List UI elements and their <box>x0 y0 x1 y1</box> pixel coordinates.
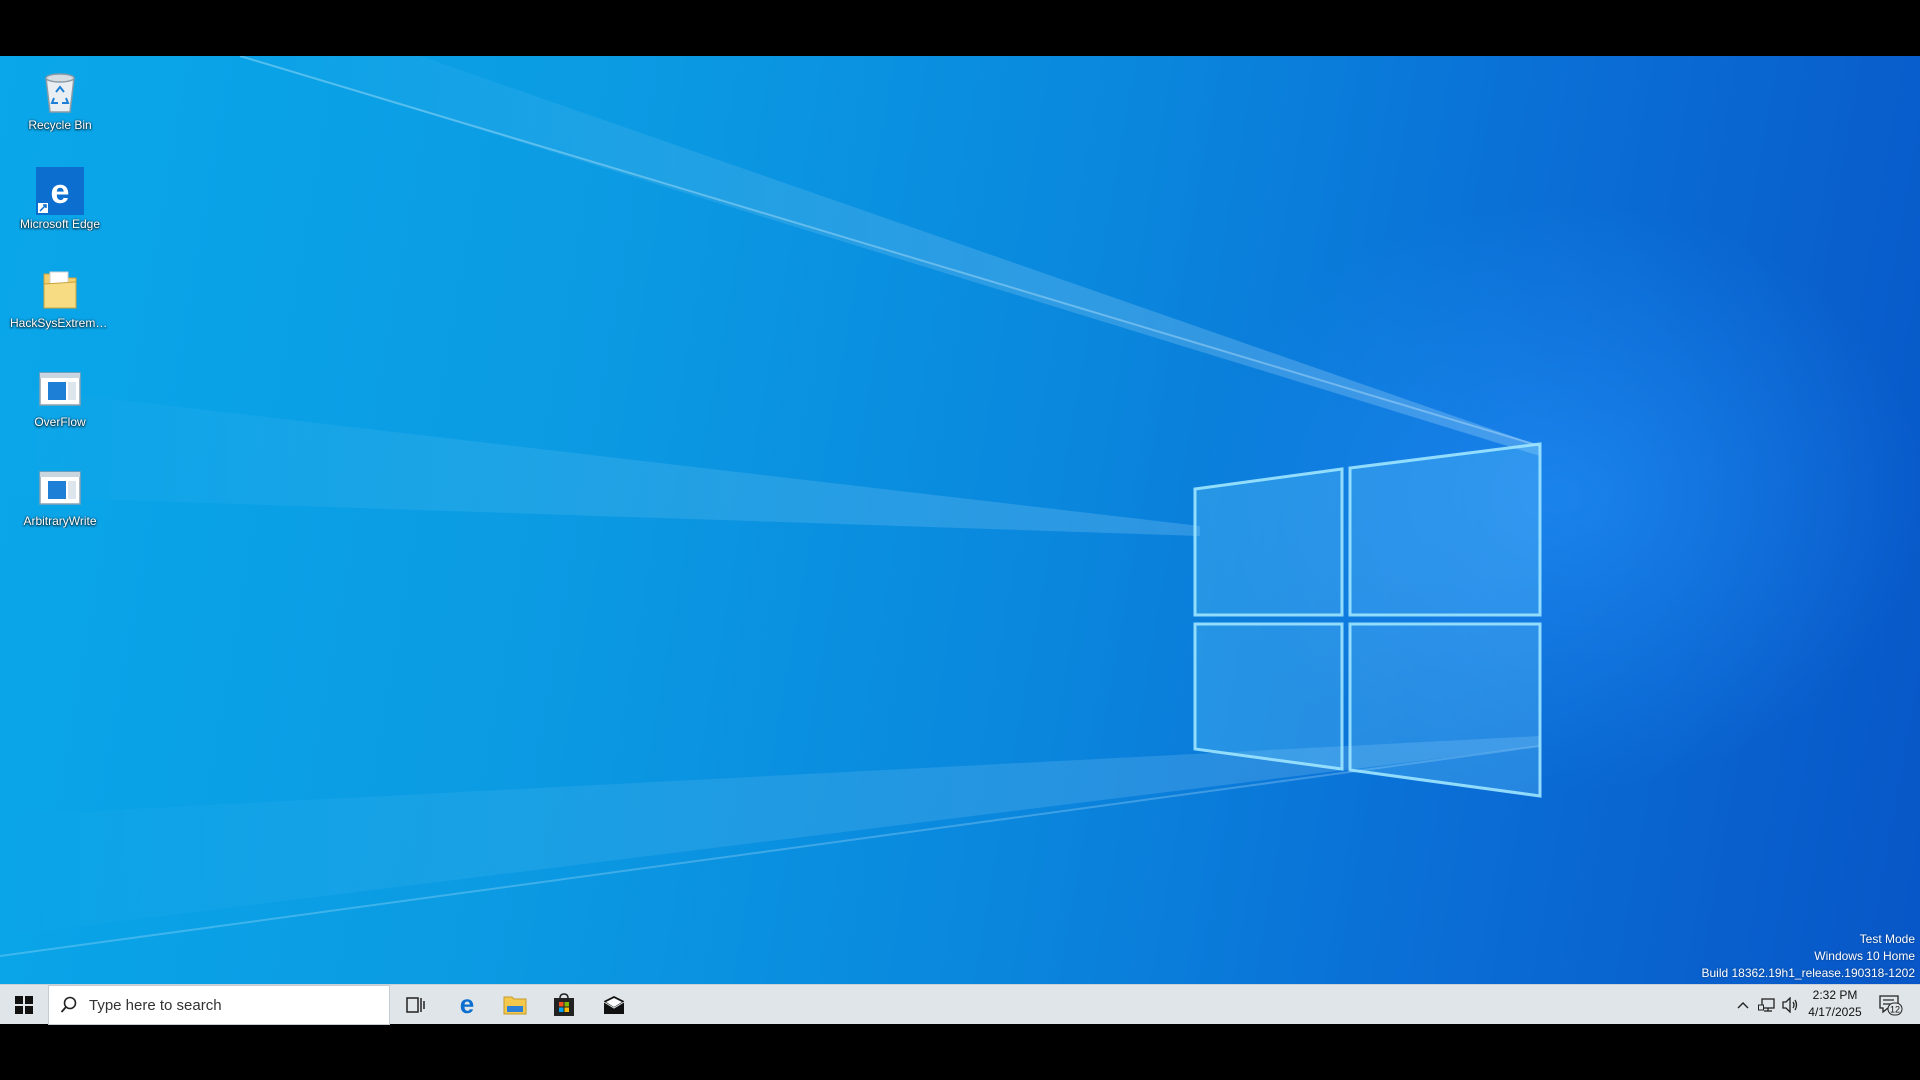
action-center-button[interactable]: 12 <box>1876 985 1906 1025</box>
windows-start-icon <box>15 996 33 1014</box>
start-button[interactable] <box>0 985 48 1025</box>
file-explorer-icon <box>503 996 527 1015</box>
task-view-button[interactable] <box>396 985 436 1025</box>
windows-logo-wallpaper <box>1193 442 1542 798</box>
clock-button[interactable]: 2:32 PM 4/17/2025 <box>1797 987 1873 1021</box>
folder-icon <box>36 266 84 314</box>
desktop-icon-label: Microsoft Edge <box>19 217 101 231</box>
desktop-icon-arbitrarywrite[interactable]: ArbitraryWrite <box>8 458 112 550</box>
desktop-icon-label: HackSysExtremeVu... <box>10 316 112 330</box>
application-window-icon <box>36 365 84 413</box>
desktop-icon-hacksys-folder[interactable]: HackSysExtremeVu... <box>8 260 112 352</box>
mail-icon <box>603 996 625 1014</box>
taskbar: Type here to search e 2:32 PM 4/17/2025 … <box>0 984 1920 1025</box>
recycle-bin-icon <box>36 68 84 116</box>
notification-count: 12 <box>1890 1005 1900 1015</box>
desktop-icon-label: OverFlow <box>34 415 86 429</box>
watermark-edition: Windows 10 Home <box>1814 949 1915 963</box>
test-mode-watermark: Test Mode Windows 10 Home Build 18362.19… <box>1701 931 1915 982</box>
taskbar-edge-button[interactable]: e <box>444 985 490 1025</box>
clock-date: 4/17/2025 <box>1808 1005 1862 1019</box>
screen: Recycle Bin e Microsoft Edge HackSysExtr… <box>0 0 1920 1080</box>
task-view-icon <box>406 997 425 1013</box>
desktop[interactable]: Recycle Bin e Microsoft Edge HackSysExtr… <box>0 56 1920 984</box>
edge-icon: e <box>460 993 474 1017</box>
taskbar-store-button[interactable] <box>540 985 588 1025</box>
desktop-icon-label: Recycle Bin <box>28 118 92 132</box>
desktop-icon-overflow[interactable]: OverFlow <box>8 359 112 451</box>
network-status-button[interactable] <box>1756 985 1778 1025</box>
network-icon <box>1758 998 1775 1012</box>
clock-time: 2:32 PM <box>1812 988 1858 1002</box>
chevron-up-icon <box>1737 1002 1749 1009</box>
taskbar-mail-button[interactable] <box>590 985 638 1025</box>
search-placeholder: Type here to search <box>89 996 222 1014</box>
svg-text:e: e <box>51 173 70 211</box>
taskbar-file-explorer-button[interactable] <box>492 985 538 1025</box>
desktop-icon-label: ArbitraryWrite <box>23 514 97 528</box>
notification-icon: 12 <box>1879 995 1903 1016</box>
svg-text:e: e <box>460 993 474 1017</box>
application-window-icon <box>36 464 84 512</box>
watermark-test-mode: Test Mode <box>1859 932 1915 946</box>
taskbar-search-box[interactable]: Type here to search <box>48 985 390 1025</box>
store-icon <box>554 993 574 1016</box>
search-icon <box>49 996 89 1014</box>
desktop-icon-recycle-bin[interactable]: Recycle Bin <box>8 62 112 154</box>
desktop-icon-microsoft-edge[interactable]: e Microsoft Edge <box>8 161 112 253</box>
edge-shortcut-icon: e <box>36 167 84 215</box>
watermark-build: Build 18362.19h1_release.190318-1202 <box>1701 966 1915 980</box>
show-hidden-icons-button[interactable] <box>1732 985 1754 1025</box>
